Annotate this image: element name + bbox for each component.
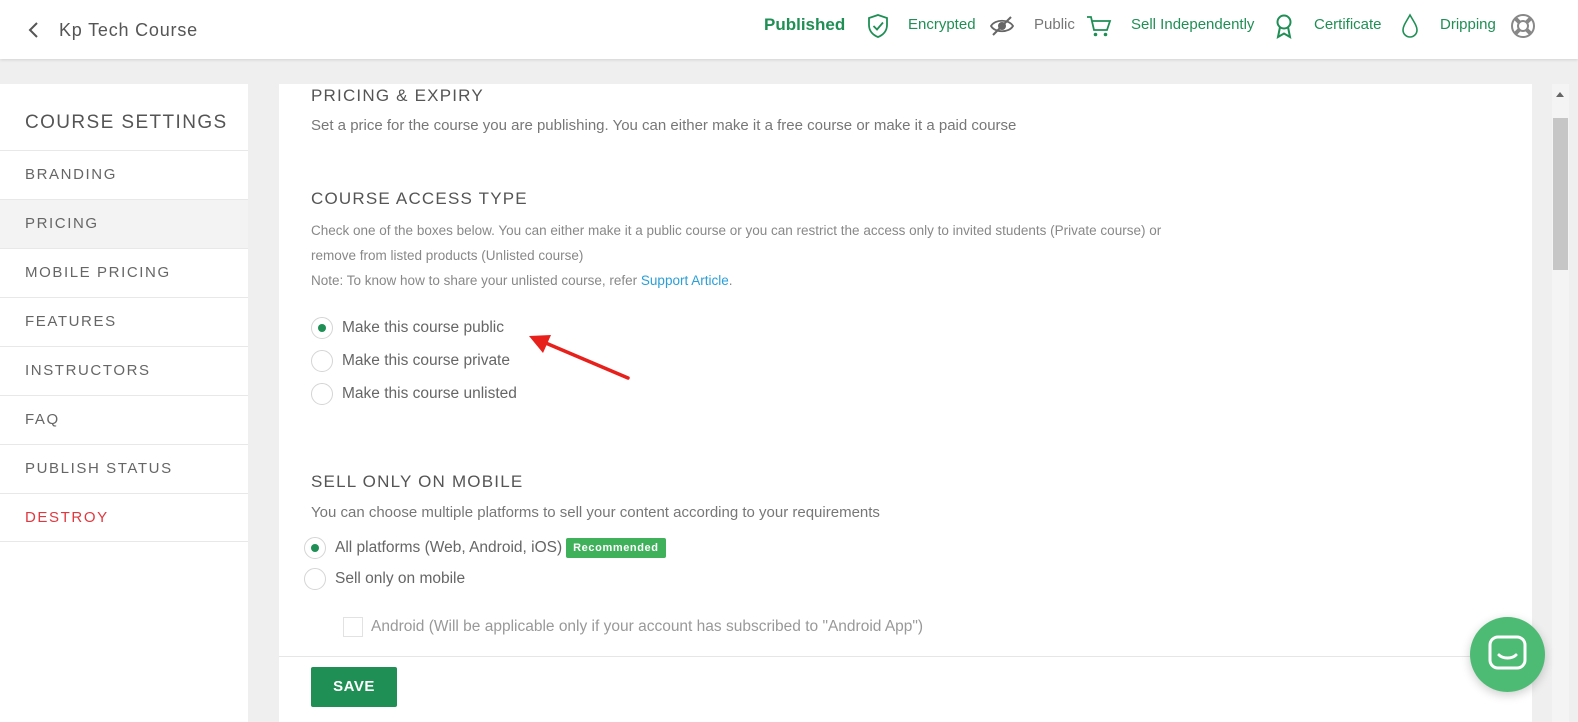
support-article-link[interactable]: Support Article [641,273,729,288]
platform-option-label: Sell only on mobile [335,570,466,587]
access-option-unlisted[interactable]: Make this course unlisted [311,383,517,405]
water-drop-icon [1402,13,1418,38]
status-dripping: Dripping [1440,16,1496,33]
sidebar-item-publish-status[interactable]: PUBLISH STATUS [0,444,248,493]
pricing-section-title: PRICING & EXPIRY [311,86,484,105]
access-section-description: Check one of the boxes below. You can ei… [311,218,1311,293]
radio-public[interactable] [311,317,333,339]
android-option-label: Android (Will be applicable only if your… [371,618,924,635]
radio-all-platforms[interactable] [304,537,326,559]
sidebar-item-branding[interactable]: BRANDING [0,150,248,199]
platform-option-all[interactable]: All platforms (Web, Android, iOS) Recomm… [304,537,666,559]
access-option-private[interactable]: Make this course private [311,350,510,372]
cart-icon [1087,16,1112,37]
android-option[interactable]: Android (Will be applicable only if your… [343,617,923,637]
scroll-up-arrow-icon[interactable] [1556,92,1564,97]
access-option-label: Make this course private [342,352,510,369]
access-option-label: Make this course public [342,319,504,336]
radio-mobile-only[interactable] [304,568,326,590]
platform-option-label: All platforms (Web, Android, iOS) [335,539,563,556]
save-bar: SAVE [279,656,1532,722]
status-published: Published [764,15,846,34]
sidebar-item-pricing[interactable]: PRICING [0,199,248,248]
status-certificate: Certificate [1314,16,1382,33]
access-description-line-2: remove from listed products (Unlisted co… [311,248,584,263]
scrollbar-thumb[interactable] [1553,118,1568,270]
pricing-section-description: Set a price for the course you are publi… [311,117,1017,134]
status-public: Public [1034,16,1075,33]
sidebar-item-faq[interactable]: FAQ [0,395,248,444]
access-option-public[interactable]: Make this course public [311,317,504,339]
mobile-section-description: You can choose multiple platforms to sel… [311,504,880,521]
radio-unlisted[interactable] [311,383,333,405]
access-section-title: COURSE ACCESS TYPE [311,189,528,208]
status-strip: Published Encrypted Public Sell Independ… [0,0,1578,59]
access-option-label: Make this course unlisted [342,385,517,402]
chat-launcher-button[interactable] [1470,617,1545,692]
sidebar-item-mobile-pricing[interactable]: MOBILE PRICING [0,248,248,297]
status-encrypted: Encrypted [908,16,976,33]
sidebar-item-destroy[interactable]: DESTROY [0,493,248,542]
recommended-badge: Recommended [566,538,666,558]
settings-sidebar: COURSE SETTINGS BRANDING PRICING MOBILE … [0,84,248,722]
sidebar-item-features[interactable]: FEATURES [0,297,248,346]
access-note: Note: To know how to share your unlisted… [311,268,1311,293]
shield-check-icon [868,14,888,38]
android-checkbox[interactable] [343,617,363,637]
award-ribbon-icon [1276,14,1292,39]
save-button[interactable]: SAVE [311,667,397,707]
lifebuoy-icon [1511,14,1535,38]
sidebar-item-instructors[interactable]: INSTRUCTORS [0,346,248,395]
chat-bubble-icon [1488,635,1527,670]
annotation-arrow-icon [529,335,630,380]
mobile-section-title: SELL ONLY ON MOBILE [311,472,524,491]
sidebar-nav: BRANDING PRICING MOBILE PRICING FEATURES… [0,150,248,542]
access-note-suffix: . [728,273,733,288]
eye-slash-icon [989,16,1015,36]
top-header: Kp Tech Course Published Encrypted Publi… [0,0,1578,59]
main-content: PRICING & EXPIRY Set a price for the cou… [279,84,1532,722]
sidebar-title: COURSE SETTINGS [25,112,228,133]
access-description-line-1: Check one of the boxes below. You can ei… [311,223,1162,238]
status-sell-independently: Sell Independently [1131,16,1255,33]
page-scrollbar[interactable] [1552,84,1569,722]
platform-option-mobile-only[interactable]: Sell only on mobile [304,568,465,590]
radio-private[interactable] [311,350,333,372]
access-note-prefix: Note: To know how to share your unlisted… [311,273,641,288]
